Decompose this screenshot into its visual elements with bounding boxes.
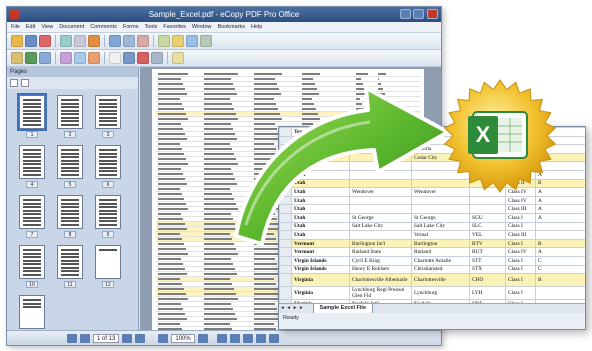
svg-text:X: X: [476, 122, 491, 147]
screenshot-stage: Sample_Excel.pdf - eCopy PDF Pro Office …: [0, 0, 592, 351]
excel-badge-icon: X: [443, 79, 557, 193]
